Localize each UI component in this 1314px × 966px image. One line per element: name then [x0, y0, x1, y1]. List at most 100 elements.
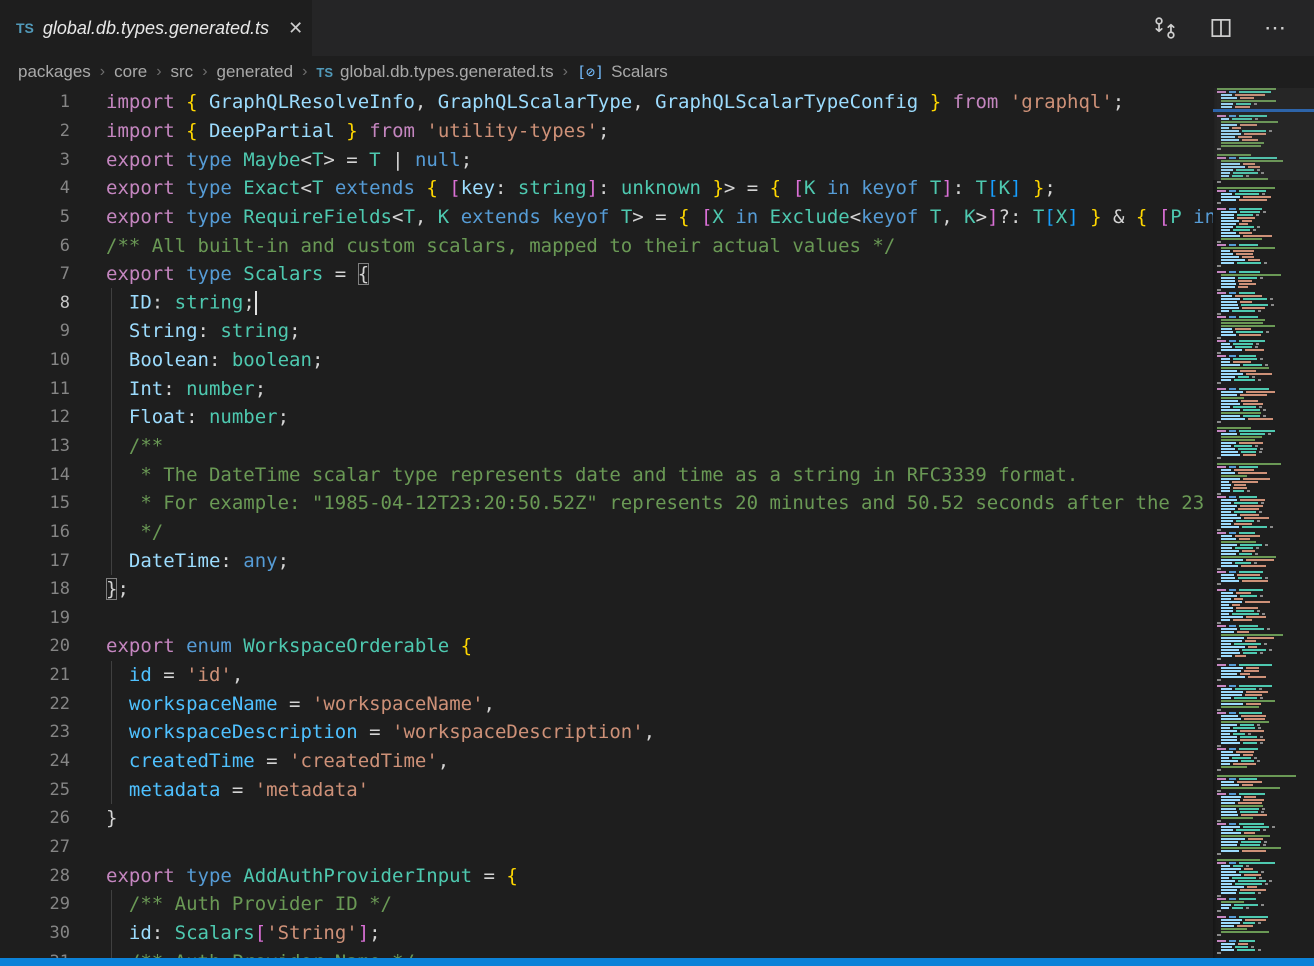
- line-number[interactable]: 11: [0, 379, 88, 399]
- minimap-slider[interactable]: [1213, 88, 1314, 180]
- line-number[interactable]: 26: [0, 808, 88, 828]
- code-line[interactable]: 23 workspaceDescription = 'workspaceDesc…: [0, 718, 1213, 747]
- minimap-row: [1217, 748, 1314, 750]
- code-line[interactable]: 18};: [0, 575, 1213, 604]
- line-number[interactable]: 29: [0, 894, 88, 914]
- minimap-row: [1217, 547, 1314, 549]
- minimap-row: [1217, 772, 1314, 774]
- minimap-row: [1217, 883, 1314, 885]
- line-number[interactable]: 1: [0, 92, 88, 112]
- minimap-row: [1217, 646, 1314, 648]
- code-line[interactable]: 10 Boolean: boolean;: [0, 346, 1213, 375]
- line-number[interactable]: 4: [0, 178, 88, 198]
- code-line[interactable]: 9 String: string;: [0, 317, 1213, 346]
- code-line[interactable]: 11 Int: number;: [0, 374, 1213, 403]
- code-line[interactable]: 7export type Scalars = {: [0, 260, 1213, 289]
- code-line[interactable]: 15 * For example: "1985-04-12T23:20:50.5…: [0, 489, 1213, 518]
- minimap-row: [1217, 745, 1314, 747]
- tab-close-icon[interactable]: ✕: [288, 19, 303, 37]
- line-number[interactable]: 2: [0, 121, 88, 141]
- line-number[interactable]: 6: [0, 236, 88, 256]
- line-number[interactable]: 7: [0, 264, 88, 284]
- breadcrumb-item-global-db-types-generated-ts[interactable]: TSglobal.db.types.generated.ts: [316, 62, 553, 82]
- line-number[interactable]: 12: [0, 407, 88, 427]
- line-number[interactable]: 19: [0, 608, 88, 628]
- minimap-row: [1217, 400, 1314, 402]
- line-number[interactable]: 13: [0, 436, 88, 456]
- minimap-row: [1217, 382, 1314, 384]
- line-number[interactable]: 28: [0, 866, 88, 886]
- line-number[interactable]: 8: [0, 293, 88, 313]
- code-line[interactable]: 4export type Exact<T extends { [key: str…: [0, 174, 1213, 203]
- line-number[interactable]: 3: [0, 150, 88, 170]
- open-changes-icon[interactable]: [1152, 15, 1178, 41]
- line-number[interactable]: 25: [0, 780, 88, 800]
- code-line[interactable]: 26}: [0, 804, 1213, 833]
- line-number[interactable]: 15: [0, 493, 88, 513]
- code-line[interactable]: 12 Float: number;: [0, 403, 1213, 432]
- more-actions-icon[interactable]: ⋯: [1264, 15, 1288, 41]
- minimap-row: [1217, 823, 1314, 825]
- breadcrumb-item-core[interactable]: core: [114, 62, 147, 82]
- minimap-row: [1217, 664, 1314, 666]
- minimap-row: [1217, 754, 1314, 756]
- code-line[interactable]: 1import { GraphQLResolveInfo, GraphQLSca…: [0, 88, 1213, 117]
- minimap-row: [1217, 310, 1314, 312]
- code-text: ID: string;: [88, 291, 257, 315]
- line-number[interactable]: 5: [0, 207, 88, 227]
- line-number[interactable]: 22: [0, 694, 88, 714]
- minimap-row: [1217, 460, 1314, 462]
- minimap-row: [1217, 694, 1314, 696]
- line-number[interactable]: 10: [0, 350, 88, 370]
- tab-global-db-types-generated-ts[interactable]: TS global.db.types.generated.ts ✕: [0, 0, 312, 56]
- line-number[interactable]: 21: [0, 665, 88, 685]
- code-line[interactable]: 30 id: Scalars['String'];: [0, 919, 1213, 948]
- line-number[interactable]: 9: [0, 321, 88, 341]
- code-line[interactable]: 19: [0, 604, 1213, 633]
- breadcrumb-item-src[interactable]: src: [171, 62, 194, 82]
- code-line[interactable]: 6/** All built-in and custom scalars, ma…: [0, 231, 1213, 260]
- breadcrumb-item-scalars[interactable]: [⊘]Scalars: [577, 62, 668, 82]
- code-line[interactable]: 22 workspaceName = 'workspaceName',: [0, 689, 1213, 718]
- code-line[interactable]: 25 metadata = 'metadata': [0, 775, 1213, 804]
- code-line[interactable]: 28export type AddAuthProviderInput = {: [0, 861, 1213, 890]
- code-line[interactable]: 27: [0, 833, 1213, 862]
- code-line[interactable]: 8 ID: string;: [0, 288, 1213, 317]
- minimap-row: [1217, 274, 1314, 276]
- line-number[interactable]: 27: [0, 837, 88, 857]
- code-text: import { GraphQLResolveInfo, GraphQLScal…: [88, 91, 1124, 113]
- code-line[interactable]: 13 /**: [0, 432, 1213, 461]
- minimap-row: [1217, 586, 1314, 588]
- code-line[interactable]: 14 * The DateTime scalar type represents…: [0, 460, 1213, 489]
- line-number[interactable]: 24: [0, 751, 88, 771]
- code-line[interactable]: 5export type RequireFields<T, K extends …: [0, 203, 1213, 232]
- minimap-row: [1217, 703, 1314, 705]
- code-line[interactable]: 2import { DeepPartial } from 'utility-ty…: [0, 117, 1213, 146]
- minimap-row: [1217, 475, 1314, 477]
- line-number[interactable]: 16: [0, 522, 88, 542]
- line-number[interactable]: 17: [0, 551, 88, 571]
- minimap-row: [1217, 910, 1314, 912]
- line-number[interactable]: 20: [0, 636, 88, 656]
- minimap-row: [1217, 700, 1314, 702]
- minimap-row: [1217, 622, 1314, 624]
- line-number[interactable]: 14: [0, 465, 88, 485]
- code-line[interactable]: 31 /** Auth Provider Name */: [0, 947, 1213, 958]
- split-editor-icon[interactable]: [1208, 15, 1234, 41]
- line-number[interactable]: 30: [0, 923, 88, 943]
- code-line[interactable]: 21 id = 'id',: [0, 661, 1213, 690]
- code-line[interactable]: 3export type Maybe<T> = T | null;: [0, 145, 1213, 174]
- code-line[interactable]: 29 /** Auth Provider ID */: [0, 890, 1213, 919]
- breadcrumb-item-generated[interactable]: generated: [217, 62, 294, 82]
- breadcrumb-item-packages[interactable]: packages: [18, 62, 91, 82]
- code-editor[interactable]: 1import { GraphQLResolveInfo, GraphQLSca…: [0, 88, 1213, 958]
- code-line[interactable]: 20export enum WorkspaceOrderable {: [0, 632, 1213, 661]
- line-number[interactable]: 23: [0, 722, 88, 742]
- line-number[interactable]: 18: [0, 579, 88, 599]
- code-line[interactable]: 17 DateTime: any;: [0, 546, 1213, 575]
- code-line[interactable]: 24 createdTime = 'createdTime',: [0, 747, 1213, 776]
- minimap[interactable]: [1213, 88, 1314, 958]
- minimap-row: [1217, 409, 1314, 411]
- code-line[interactable]: 16 */: [0, 518, 1213, 547]
- breadcrumb-label: src: [171, 62, 194, 81]
